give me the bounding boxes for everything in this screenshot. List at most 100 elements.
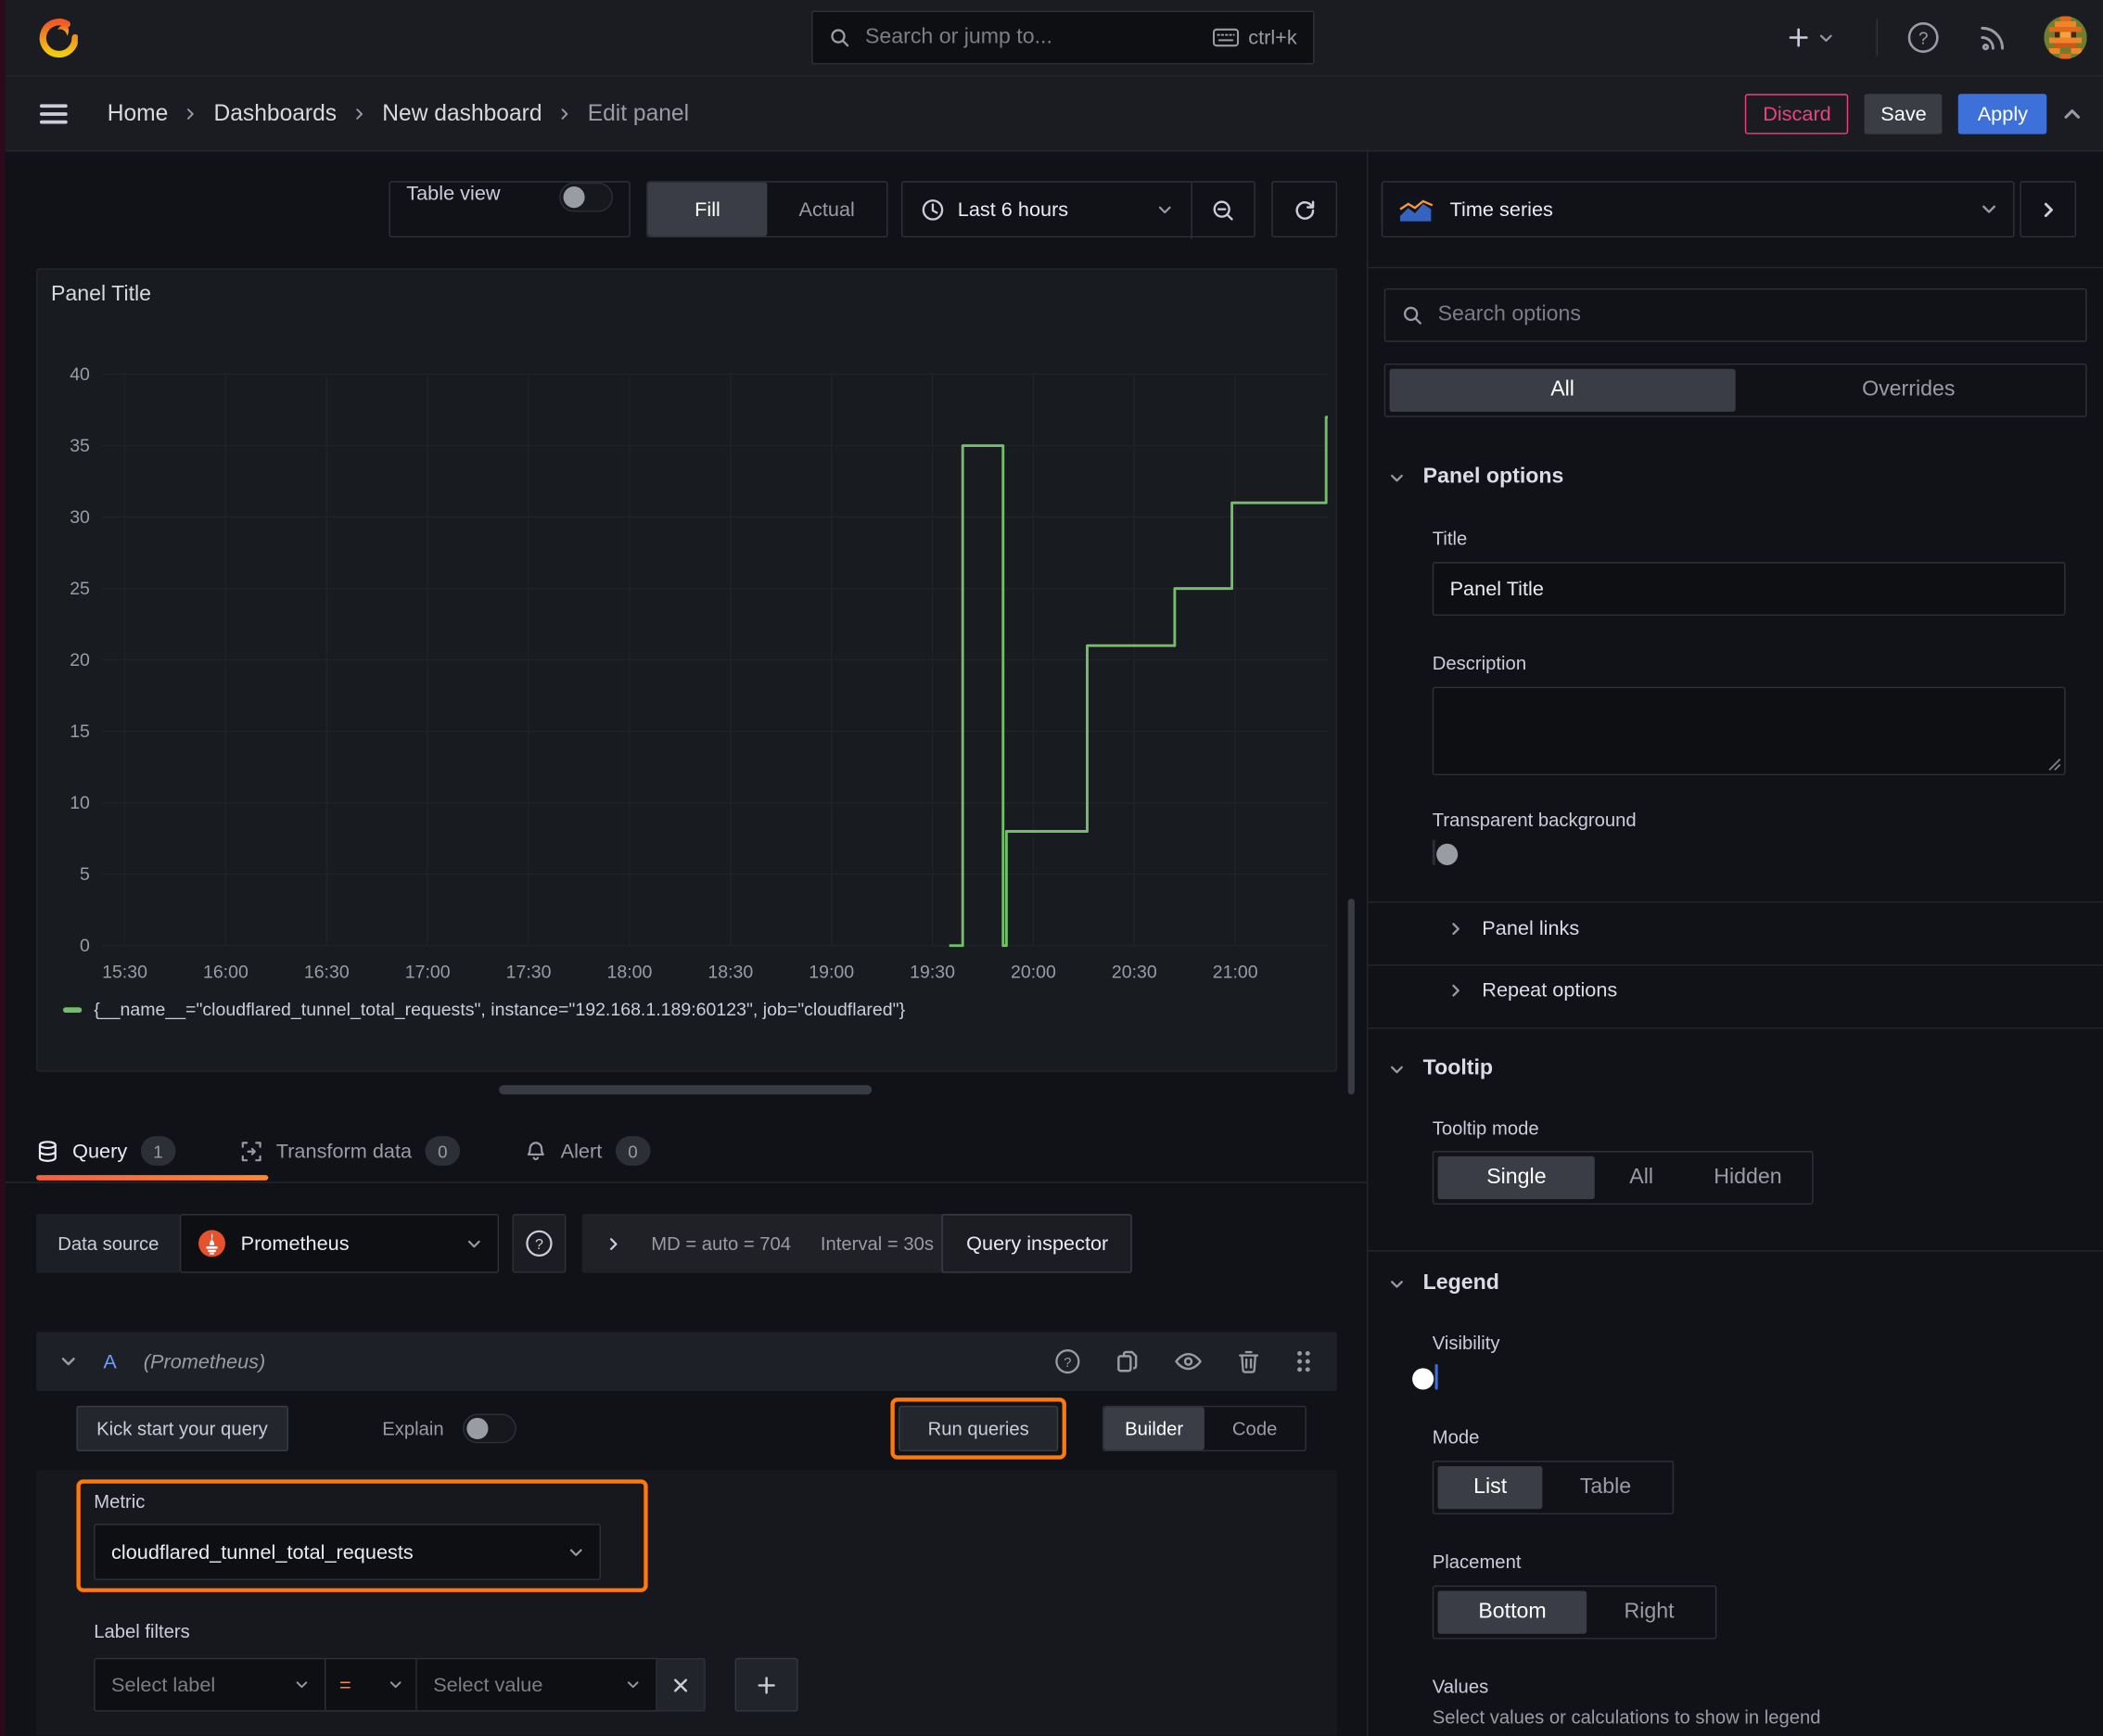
transform-icon: [240, 1140, 263, 1163]
query-a-header[interactable]: A (Prometheus) ?: [36, 1332, 1338, 1391]
panel-options-title: Panel options: [1422, 465, 1564, 489]
fill-option[interactable]: Fill: [647, 182, 768, 236]
tab-alert-label: Alert: [560, 1139, 603, 1163]
collapse-query-icon[interactable]: [60, 1353, 76, 1369]
duplicate-query-icon[interactable]: [1115, 1348, 1141, 1375]
save-button[interactable]: Save: [1864, 94, 1944, 134]
remove-filter-button[interactable]: [656, 1657, 706, 1712]
tabs-divider: [0, 1181, 1367, 1183]
tooltip-hidden-option[interactable]: Hidden: [1688, 1156, 1808, 1199]
select-value-placeholder: Select value: [433, 1673, 543, 1697]
datasource-label-box: Data source: [36, 1214, 181, 1273]
table-view-toggle[interactable]: [559, 182, 614, 212]
tooltip-all-option[interactable]: All: [1595, 1156, 1688, 1199]
legend-header[interactable]: Legend: [1390, 1271, 1499, 1296]
datasource-picker[interactable]: Prometheus: [180, 1214, 500, 1273]
transparent-bg-toggle[interactable]: [1432, 839, 1459, 865]
global-search-input[interactable]: [862, 24, 1213, 51]
breadcrumb-dashboards[interactable]: Dashboards: [214, 100, 338, 127]
select-label-placeholder: Select label: [111, 1673, 216, 1697]
panel-links-header[interactable]: Panel links: [1448, 917, 1579, 940]
legend-mode-table[interactable]: Table: [1543, 1466, 1669, 1509]
news-rss-icon[interactable]: [1977, 21, 2009, 54]
metric-value: cloudflared_tunnel_total_requests: [111, 1540, 414, 1564]
vertical-scrollbar-thumb[interactable]: [1347, 899, 1355, 1095]
select-value-dropdown[interactable]: Select value: [416, 1657, 657, 1712]
actual-option[interactable]: Actual: [767, 183, 886, 236]
time-range-button[interactable]: Last 6 hours: [902, 183, 1191, 236]
panel-options-header[interactable]: Panel options: [1390, 465, 1564, 490]
query-help-icon[interactable]: ?: [1052, 1347, 1082, 1376]
breadcrumb-home[interactable]: Home: [108, 100, 169, 127]
grafana-logo-icon[interactable]: [38, 18, 78, 58]
chevron-down-icon: [1818, 31, 1833, 45]
help-icon[interactable]: ?: [1905, 19, 1943, 57]
options-search-input[interactable]: [1434, 301, 2070, 329]
discard-button[interactable]: Discard: [1745, 94, 1849, 134]
apply-button[interactable]: Apply: [1958, 94, 2047, 134]
plus-icon: [1787, 25, 1811, 49]
chart-legend[interactable]: {__name__="cloudflared_tunnel_total_requ…: [62, 1000, 905, 1019]
refresh-button[interactable]: [1271, 181, 1338, 238]
tab-query[interactable]: Query 1: [36, 1136, 176, 1166]
kick-start-query-button[interactable]: Kick start your query: [76, 1405, 288, 1452]
visualization-picker[interactable]: Time series: [1381, 181, 2015, 238]
chevron-right-icon: [1448, 983, 1463, 998]
chevron-down-icon: [467, 1236, 482, 1251]
global-search-box[interactable]: ctrl+k: [811, 10, 1315, 65]
tooltip-header[interactable]: Tooltip: [1390, 1057, 1493, 1081]
zoom-out-time-button[interactable]: [1192, 183, 1255, 239]
builder-option[interactable]: Builder: [1103, 1407, 1204, 1450]
label-filters-row: Select label = Select value: [94, 1657, 798, 1712]
datasource-row: Data source Prometheus ? MD = auto = 704…: [36, 1214, 1133, 1273]
chevron-right-icon: [185, 108, 198, 121]
svg-text:?: ?: [1918, 29, 1928, 48]
svg-text:?: ?: [536, 1236, 544, 1253]
add-filter-button[interactable]: [734, 1657, 798, 1712]
drag-handle-grip-icon[interactable]: [1294, 1348, 1313, 1375]
svg-text:16:30: 16:30: [304, 962, 350, 982]
code-option[interactable]: Code: [1204, 1407, 1305, 1449]
legend-placement-right[interactable]: Right: [1587, 1590, 1712, 1633]
user-avatar[interactable]: [2044, 16, 2087, 59]
legend-mode-list[interactable]: List: [1437, 1465, 1543, 1510]
search-icon: [829, 27, 850, 48]
query-datasource-hint: (Prometheus): [143, 1349, 266, 1373]
datasource-label: Data source: [57, 1232, 159, 1255]
delete-query-trash-icon[interactable]: [1235, 1348, 1262, 1375]
breadcrumb-new-dashboard[interactable]: New dashboard: [382, 100, 542, 127]
toggle-viz-pane-button[interactable]: [2020, 181, 2077, 238]
datasource-help-button[interactable]: ?: [513, 1214, 567, 1273]
resize-handle-icon[interactable]: [2048, 758, 2061, 771]
repeat-options-header[interactable]: Repeat options: [1448, 979, 1617, 1002]
toggle-visibility-eye-icon[interactable]: [1174, 1347, 1204, 1376]
new-menu-button[interactable]: [1787, 16, 1834, 58]
svg-text:40: 40: [70, 364, 90, 385]
description-textarea[interactable]: [1432, 686, 2066, 776]
tab-alert-count: 0: [615, 1136, 651, 1166]
chevron-right-icon: [1448, 922, 1463, 937]
tab-overrides[interactable]: Overrides: [1736, 369, 2082, 412]
collapse-pane-icon[interactable]: [2063, 105, 2082, 123]
run-queries-button[interactable]: Run queries: [899, 1405, 1059, 1452]
metric-select[interactable]: cloudflared_tunnel_total_requests: [94, 1524, 602, 1580]
tab-alert[interactable]: Alert 0: [525, 1136, 651, 1166]
topnav-divider: [1876, 19, 1879, 57]
legend-visibility-toggle[interactable]: [1412, 1364, 1438, 1390]
query-inspector-button[interactable]: Query inspector: [942, 1214, 1133, 1273]
tab-all-options[interactable]: All: [1389, 368, 1736, 413]
chart-panel: Panel Title 0 5 10 15 20 25 30 35 40 15:30 16:00 16…: [36, 268, 1338, 1072]
explain-toggle[interactable]: [462, 1413, 516, 1444]
select-label-dropdown[interactable]: Select label: [94, 1657, 326, 1712]
timeseries-chart[interactable]: 0 5 10 15 20 25 30 35 40 15:30 16:00 16:30 17:00 17:3…: [38, 270, 1336, 988]
panel-title-input[interactable]: [1432, 562, 2066, 616]
tab-transform-data[interactable]: Transform data 0: [240, 1136, 461, 1166]
svg-text:25: 25: [70, 579, 90, 599]
tooltip-single-option[interactable]: Single: [1437, 1155, 1596, 1200]
horizontal-scrollbar-thumb[interactable]: [499, 1085, 873, 1095]
menu-hamburger-icon[interactable]: [36, 96, 71, 132]
options-search-box[interactable]: [1383, 287, 2087, 342]
operator-dropdown[interactable]: =: [325, 1657, 417, 1712]
legend-placement-bottom[interactable]: Bottom: [1437, 1590, 1587, 1634]
expand-stats-icon[interactable]: [606, 1236, 621, 1251]
